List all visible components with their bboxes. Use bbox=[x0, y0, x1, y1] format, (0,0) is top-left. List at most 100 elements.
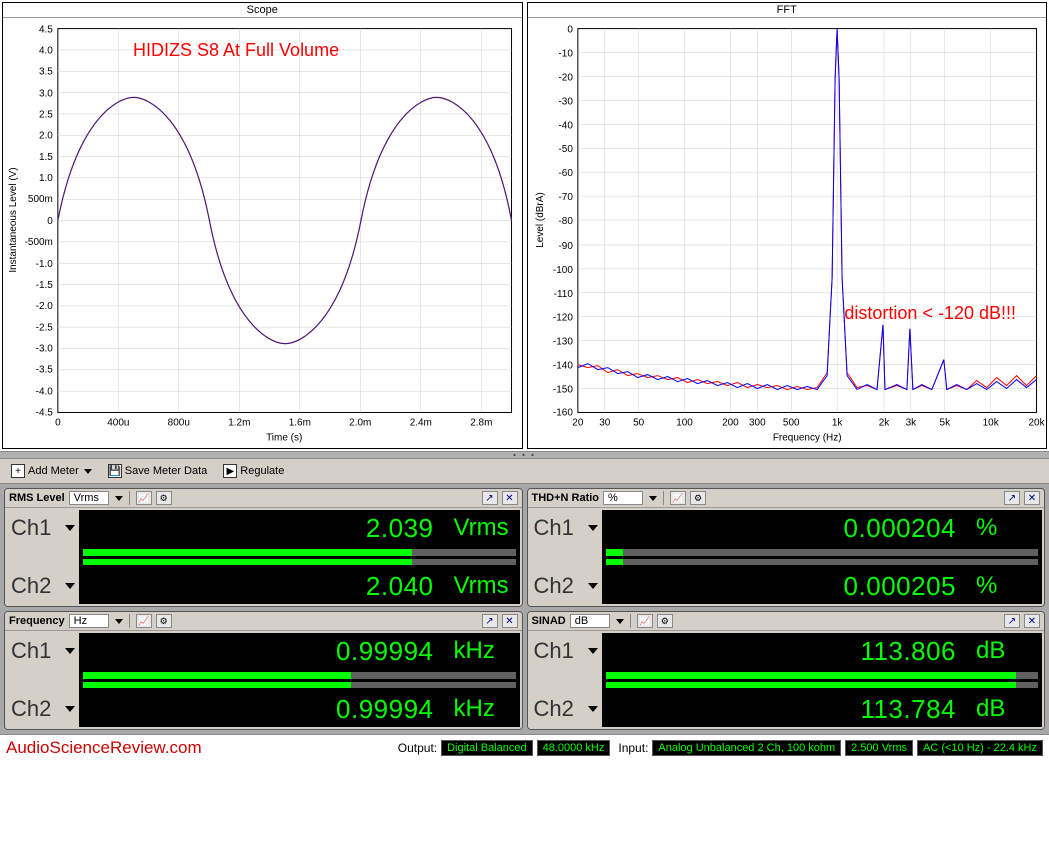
chevron-down-icon[interactable] bbox=[649, 496, 657, 501]
add-meter-button[interactable]: +Add Meter bbox=[4, 461, 99, 481]
rms-ch1-value: 2.039 bbox=[366, 513, 434, 544]
freq-ch2-unit: kHz bbox=[454, 695, 512, 723]
plus-icon: + bbox=[11, 464, 25, 478]
thdn-ch1-bar bbox=[606, 549, 1039, 556]
rms-ch2-bar bbox=[83, 559, 516, 566]
output-mode[interactable]: Digital Balanced bbox=[441, 740, 533, 756]
regulate-button[interactable]: ▶Regulate bbox=[216, 461, 291, 481]
gear-icon[interactable]: ⚙ bbox=[156, 491, 172, 505]
sinad-meter: SINAD dB 📈 ⚙ ↗ ✕ Ch1113.806dB Ch2113.784… bbox=[527, 611, 1046, 730]
watermark: AudioScienceReview.com bbox=[6, 738, 202, 758]
chevron-down-icon[interactable] bbox=[588, 583, 598, 589]
svg-text:2.0: 2.0 bbox=[39, 130, 53, 141]
freq-ch1-value: 0.99994 bbox=[336, 636, 433, 667]
svg-text:-1.0: -1.0 bbox=[36, 259, 54, 270]
svg-text:-20: -20 bbox=[558, 72, 573, 83]
graph-icon[interactable]: 📈 bbox=[670, 491, 686, 505]
fft-chart[interactable]: 0-10-20-30-40-50-60-70-80-90-100-110-120… bbox=[528, 18, 1047, 448]
frequency-meter: Frequency Hz 📈 ⚙ ↗ ✕ Ch10.99994kHz Ch20.… bbox=[4, 611, 523, 730]
chevron-down-icon[interactable] bbox=[65, 583, 75, 589]
svg-text:0: 0 bbox=[47, 216, 53, 227]
close-icon[interactable]: ✕ bbox=[502, 614, 518, 628]
thdn-meter: THD+N Ratio % 📈 ⚙ ↗ ✕ Ch10.000204% Ch20.… bbox=[527, 488, 1046, 607]
gear-icon[interactable]: ⚙ bbox=[690, 491, 706, 505]
output-rate[interactable]: 48.0000 kHz bbox=[537, 740, 611, 756]
svg-text:800u: 800u bbox=[168, 417, 190, 428]
close-icon[interactable]: ✕ bbox=[1024, 614, 1040, 628]
meter-toolbar: +Add Meter 💾Save Meter Data ▶Regulate bbox=[0, 459, 1049, 484]
rms-ch2-value: 2.040 bbox=[366, 571, 434, 602]
svg-text:2k: 2k bbox=[878, 417, 889, 428]
chevron-down-icon[interactable] bbox=[588, 706, 598, 712]
sinad-name: SINAD bbox=[532, 615, 566, 627]
svg-text:2.8m: 2.8m bbox=[470, 417, 492, 428]
chevron-down-icon[interactable] bbox=[65, 525, 75, 531]
svg-text:-140: -140 bbox=[552, 361, 572, 372]
svg-text:-2.5: -2.5 bbox=[36, 323, 54, 334]
fft-title: FFT bbox=[528, 3, 1047, 18]
svg-text:20: 20 bbox=[572, 417, 584, 428]
chevron-down-icon[interactable] bbox=[115, 619, 123, 624]
save-icon: 💾 bbox=[108, 464, 122, 478]
chevron-down-icon[interactable] bbox=[115, 496, 123, 501]
chevron-down-icon[interactable] bbox=[588, 648, 598, 654]
svg-text:1.5: 1.5 bbox=[39, 152, 53, 163]
input-mode[interactable]: Analog Unbalanced 2 Ch, 100 kohm bbox=[652, 740, 841, 756]
thdn-ch1-value: 0.000204 bbox=[844, 513, 956, 544]
graph-icon[interactable]: 📈 bbox=[136, 614, 152, 628]
svg-text:4.0: 4.0 bbox=[39, 46, 53, 57]
popout-icon[interactable]: ↗ bbox=[1004, 614, 1020, 628]
freq-ch2-label: Ch2 bbox=[11, 696, 51, 722]
regulate-label: Regulate bbox=[240, 465, 284, 477]
svg-text:-4.0: -4.0 bbox=[36, 387, 54, 398]
sinad-unit-select[interactable]: dB bbox=[570, 614, 610, 628]
chevron-down-icon[interactable] bbox=[65, 706, 75, 712]
popout-icon[interactable]: ↗ bbox=[482, 491, 498, 505]
graph-icon[interactable]: 📈 bbox=[637, 614, 653, 628]
svg-text:-500m: -500m bbox=[25, 237, 53, 248]
rms-ch1-label: Ch1 bbox=[11, 515, 51, 541]
chevron-down-icon[interactable] bbox=[65, 648, 75, 654]
chevron-down-icon[interactable] bbox=[588, 525, 598, 531]
svg-text:-3.5: -3.5 bbox=[36, 365, 54, 376]
fft-xlabel: Frequency (Hz) bbox=[772, 432, 841, 443]
thdn-unit-select[interactable]: % bbox=[603, 491, 643, 505]
popout-icon[interactable]: ↗ bbox=[482, 614, 498, 628]
graph-icon[interactable]: 📈 bbox=[136, 491, 152, 505]
scope-title: Scope bbox=[3, 3, 522, 18]
scope-chart[interactable]: 4.54.03.53.02.52.01.51.0500m0-500m-1.0-1… bbox=[3, 18, 522, 448]
svg-text:10k: 10k bbox=[982, 417, 998, 428]
svg-text:3.5: 3.5 bbox=[39, 66, 53, 77]
close-icon[interactable]: ✕ bbox=[502, 491, 518, 505]
svg-text:-30: -30 bbox=[558, 96, 573, 107]
output-label: Output: bbox=[398, 741, 437, 755]
status-bar: AudioScienceReview.com Output: Digital B… bbox=[0, 734, 1049, 761]
popout-icon[interactable]: ↗ bbox=[1004, 491, 1020, 505]
fft-annotation: distortion < -120 dB!!! bbox=[844, 303, 1016, 324]
save-meter-button[interactable]: 💾Save Meter Data bbox=[101, 461, 215, 481]
svg-text:5k: 5k bbox=[939, 417, 950, 428]
freq-ch1-unit: kHz bbox=[454, 637, 512, 665]
close-icon[interactable]: ✕ bbox=[1024, 491, 1040, 505]
thdn-name: THD+N Ratio bbox=[532, 492, 600, 504]
svg-text:3k: 3k bbox=[905, 417, 916, 428]
gear-icon[interactable]: ⚙ bbox=[657, 614, 673, 628]
freq-unit-select[interactable]: Hz bbox=[69, 614, 109, 628]
svg-text:100: 100 bbox=[676, 417, 693, 428]
rms-unit-select[interactable]: Vrms bbox=[69, 491, 109, 505]
svg-text:2.5: 2.5 bbox=[39, 109, 53, 120]
input-level[interactable]: 2.500 Vrms bbox=[845, 740, 913, 756]
input-bandwidth[interactable]: AC (<10 Hz) - 22.4 kHz bbox=[917, 740, 1043, 756]
svg-text:-100: -100 bbox=[552, 265, 572, 276]
gear-icon[interactable]: ⚙ bbox=[156, 614, 172, 628]
svg-text:-130: -130 bbox=[552, 337, 572, 348]
save-meter-label: Save Meter Data bbox=[125, 465, 208, 477]
freq-name: Frequency bbox=[9, 615, 65, 627]
svg-text:-150: -150 bbox=[552, 385, 572, 396]
svg-text:2.0m: 2.0m bbox=[349, 417, 371, 428]
svg-text:-90: -90 bbox=[558, 241, 573, 252]
horizontal-splitter[interactable]: • • • bbox=[0, 451, 1049, 459]
input-label: Input: bbox=[618, 741, 648, 755]
chevron-down-icon[interactable] bbox=[616, 619, 624, 624]
svg-text:-1.5: -1.5 bbox=[36, 280, 54, 291]
